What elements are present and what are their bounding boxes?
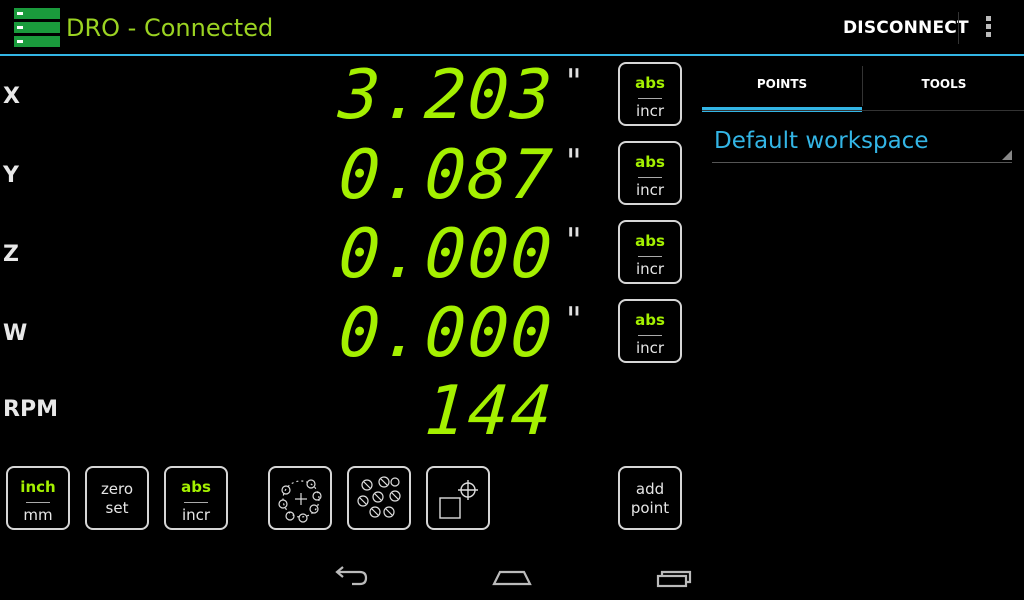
- toggle-divider: [638, 98, 662, 99]
- tool-offset-icon: [439, 480, 478, 519]
- toggle-abs-label: abs: [635, 74, 665, 92]
- spinner-dropdown-icon: [1002, 150, 1012, 160]
- point-text: point: [630, 499, 670, 517]
- actionbar-divider: [958, 12, 959, 44]
- bolt-circle-icon: [278, 479, 322, 523]
- toggle-divider: [638, 256, 662, 257]
- overflow-menu-icon[interactable]: [986, 16, 996, 40]
- back-icon[interactable]: [330, 562, 374, 592]
- mm-label: mm: [23, 506, 53, 524]
- toggle-abs-label: abs: [635, 311, 665, 329]
- rpm-value: 144: [422, 372, 557, 451]
- workspace-selector[interactable]: Default workspace: [712, 128, 1012, 164]
- home-icon[interactable]: [490, 562, 534, 592]
- axis-value-x: 3.203: [336, 56, 557, 135]
- toggle-divider: [26, 502, 50, 503]
- toggle-incr-label: incr: [635, 339, 665, 357]
- add-point-label: add point: [620, 480, 680, 518]
- toggle-incr-label: incr: [635, 181, 665, 199]
- hole-pattern-button[interactable]: [347, 466, 411, 530]
- add-text: add: [635, 480, 665, 498]
- bolt-circle-button[interactable]: [268, 466, 332, 530]
- tab-divider: [862, 66, 863, 106]
- tab-points[interactable]: POINTS: [702, 62, 862, 112]
- toggle-abs-label: abs: [635, 232, 665, 250]
- hole-pattern-icon: [357, 476, 401, 518]
- toggle-divider: [638, 177, 662, 178]
- unit-mark-w: ": [566, 300, 582, 340]
- unit-mark-x: ": [566, 62, 582, 102]
- axis-label-x: X: [3, 84, 20, 109]
- unit-mark-y: ": [566, 142, 582, 182]
- recents-icon[interactable]: [650, 562, 694, 592]
- zero-set-label: zero set: [87, 480, 147, 518]
- disconnect-button[interactable]: DISCONNECT: [843, 18, 969, 38]
- action-bar: DRO - Connected DISCONNECT: [0, 0, 1024, 56]
- toggle-incr-label: incr: [635, 102, 665, 120]
- app-title: DRO - Connected: [66, 14, 274, 42]
- axis-label-z: Z: [3, 242, 19, 267]
- inch-label: inch: [20, 478, 56, 496]
- abs-incr-toggle-all[interactable]: abs incr: [164, 466, 228, 530]
- toggle-incr-label: incr: [181, 506, 211, 524]
- axis-value-w: 0.000: [336, 294, 557, 373]
- axis-value-y: 0.087: [336, 136, 557, 215]
- abs-incr-toggle-z[interactable]: abs incr: [618, 220, 682, 284]
- tabs-underline: [702, 110, 1024, 111]
- axis-label-w: W: [3, 321, 28, 346]
- toggle-divider: [638, 335, 662, 336]
- toggle-divider: [184, 502, 208, 503]
- tab-tools[interactable]: TOOLS: [864, 62, 1024, 112]
- tool-offset-button[interactable]: [426, 466, 490, 530]
- side-tabs: POINTS TOOLS: [702, 62, 1024, 112]
- add-point-button[interactable]: add point: [618, 466, 682, 530]
- abs-incr-toggle-y[interactable]: abs incr: [618, 141, 682, 205]
- rpm-label: RPM: [3, 397, 58, 422]
- axis-label-y: Y: [3, 163, 19, 188]
- abs-incr-toggle-x[interactable]: abs incr: [618, 62, 682, 126]
- set-text: set: [105, 499, 129, 517]
- unit-mark-z: ": [566, 221, 582, 261]
- zero-text: zero: [100, 480, 134, 498]
- dro-app-icon[interactable]: [14, 8, 60, 48]
- toggle-abs-label: abs: [181, 478, 211, 496]
- spinner-underline: [712, 162, 1012, 163]
- abs-incr-toggle-w[interactable]: abs incr: [618, 299, 682, 363]
- zero-set-button[interactable]: zero set: [85, 466, 149, 530]
- toggle-incr-label: incr: [635, 260, 665, 278]
- axis-value-z: 0.000: [336, 215, 557, 294]
- toggle-abs-label: abs: [635, 153, 665, 171]
- inch-mm-toggle[interactable]: inch mm: [6, 466, 70, 530]
- workspace-name: Default workspace: [714, 128, 929, 154]
